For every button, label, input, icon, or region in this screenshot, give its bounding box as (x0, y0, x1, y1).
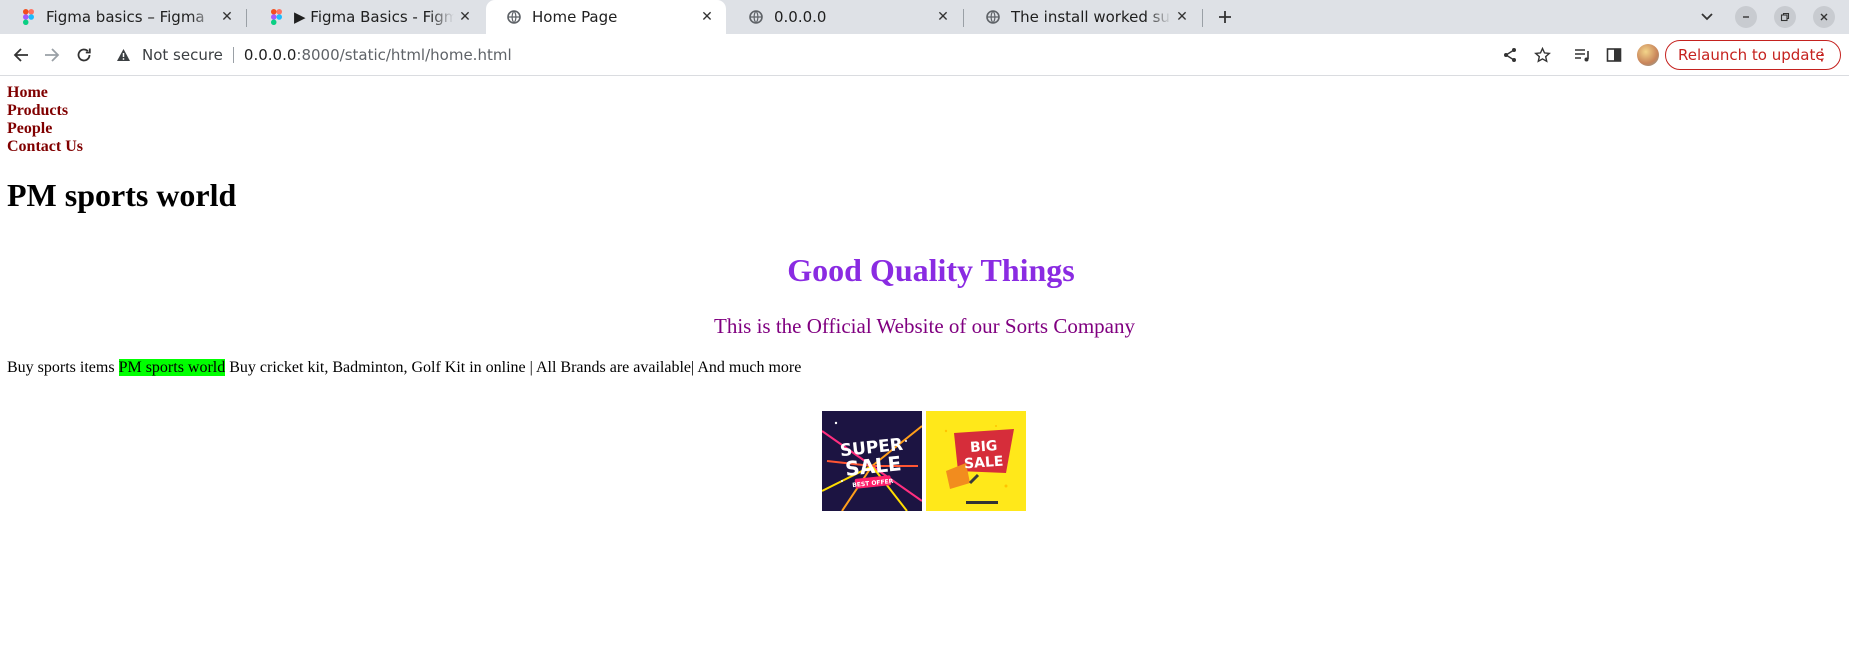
minimize-button[interactable] (1735, 6, 1757, 28)
back-button[interactable] (8, 42, 34, 68)
tab-separator (1202, 9, 1203, 27)
relaunch-button[interactable]: Relaunch to update ⋮ (1665, 40, 1841, 70)
side-panel-icon (1606, 48, 1622, 62)
forward-button[interactable] (39, 42, 65, 68)
nav-link-home[interactable]: Home (7, 84, 83, 102)
description-text: Buy sports items (7, 359, 119, 376)
share-icon (1504, 48, 1516, 62)
url-path[interactable]: :8000/static/html/home.html (296, 46, 511, 64)
playlist-icon (1574, 48, 1589, 61)
star-icon (1533, 46, 1551, 63)
tab-title: 0.0.0.0 (774, 8, 827, 26)
close-icon[interactable]: ✕ (932, 6, 954, 28)
promo-line1: BIG (970, 438, 998, 456)
restore-icon (1780, 12, 1790, 22)
close-icon[interactable]: ✕ (454, 6, 476, 28)
tab-strip: Figma basics – Figma ✕ ▶ Figma Basics - … (0, 0, 1849, 34)
restore-button[interactable] (1774, 6, 1796, 28)
arrow-left-icon (13, 48, 28, 62)
reload-button[interactable] (71, 42, 97, 68)
tab-title: The install worked successfully (1011, 8, 1171, 26)
new-tab-button[interactable] (1212, 4, 1238, 30)
nav-link-contact[interactable]: Contact Us (7, 138, 83, 156)
tab-separator (963, 9, 964, 27)
site-nav: Home Products People Contact Us (7, 84, 83, 156)
tab-separator (246, 9, 247, 27)
url-host[interactable]: 0.0.0.0 (244, 46, 296, 64)
close-window-button[interactable] (1813, 6, 1835, 28)
divider (232, 47, 234, 63)
tab-title: ▶ Figma Basics - Figma basics (294, 8, 454, 26)
web-page: Home Products People Contact Us PM sport… (0, 77, 1849, 648)
tab-figma-basics[interactable]: Figma basics – Figma ✕ (0, 0, 246, 34)
highlighted-brand: PM sports world (118, 359, 226, 376)
promo-line2: SALE (964, 454, 1004, 473)
tab-title: Home Page (532, 8, 618, 26)
page-title: PM sports world (7, 177, 237, 213)
side-panel-button[interactable] (1604, 45, 1624, 65)
description-paragraph: Buy sports items PM sports world Buy cri… (7, 358, 801, 377)
security-label[interactable]: Not secure (142, 46, 223, 64)
subtitle-text: This is the Official Website of our Sort… (714, 314, 1135, 338)
more-vertical-icon: ⋮ (1814, 45, 1830, 64)
relaunch-label: Relaunch to update (1678, 46, 1825, 64)
nav-link-products[interactable]: Products (7, 102, 83, 120)
globe-icon (985, 9, 1001, 25)
chevron-down-icon (1701, 13, 1713, 21)
close-icon (1820, 13, 1828, 21)
tagline-heading: Good Quality Things (787, 252, 1075, 288)
media-controls-button[interactable] (1572, 45, 1592, 65)
super-sale-banner: SUPER SALE BEST OFFER (822, 411, 922, 511)
figma-icon (20, 9, 36, 25)
address-bar[interactable]: Not secure 0.0.0.0 :8000/static/html/hom… (106, 39, 1446, 71)
globe-icon (748, 9, 764, 25)
close-icon[interactable]: ✕ (216, 6, 238, 28)
tab-figma-video[interactable]: ▶ Figma Basics - Figma basics ✕ (248, 0, 484, 34)
globe-icon (506, 9, 522, 25)
close-icon[interactable]: ✕ (1171, 6, 1193, 28)
tab-title: Figma basics – Figma (46, 8, 205, 26)
tab-home-page[interactable]: Home Page ✕ (486, 0, 726, 34)
promo-line2: SALE (844, 451, 902, 481)
description-text: Buy cricket kit, Badminton, Golf Kit in … (225, 359, 802, 376)
tab-install-worked[interactable]: The install worked successfully ✕ (965, 0, 1201, 34)
reload-icon (77, 48, 91, 62)
close-icon[interactable]: ✕ (696, 6, 718, 28)
browser-toolbar: Not secure 0.0.0.0 :8000/static/html/hom… (0, 34, 1849, 76)
figma-icon (268, 9, 284, 25)
tab-search-button[interactable] (1696, 6, 1718, 28)
nav-link-people[interactable]: People (7, 120, 83, 138)
plus-icon (1219, 11, 1231, 23)
arrow-right-icon (45, 48, 60, 62)
big-sale-banner: BIG SALE (926, 411, 1026, 511)
bookmark-button[interactable] (1532, 45, 1552, 65)
warning-icon[interactable] (116, 48, 132, 62)
tab-localhost[interactable]: 0.0.0.0 ✕ (728, 0, 962, 34)
profile-avatar[interactable] (1637, 44, 1659, 66)
minimize-icon (1743, 16, 1749, 18)
share-button[interactable] (1500, 45, 1520, 65)
